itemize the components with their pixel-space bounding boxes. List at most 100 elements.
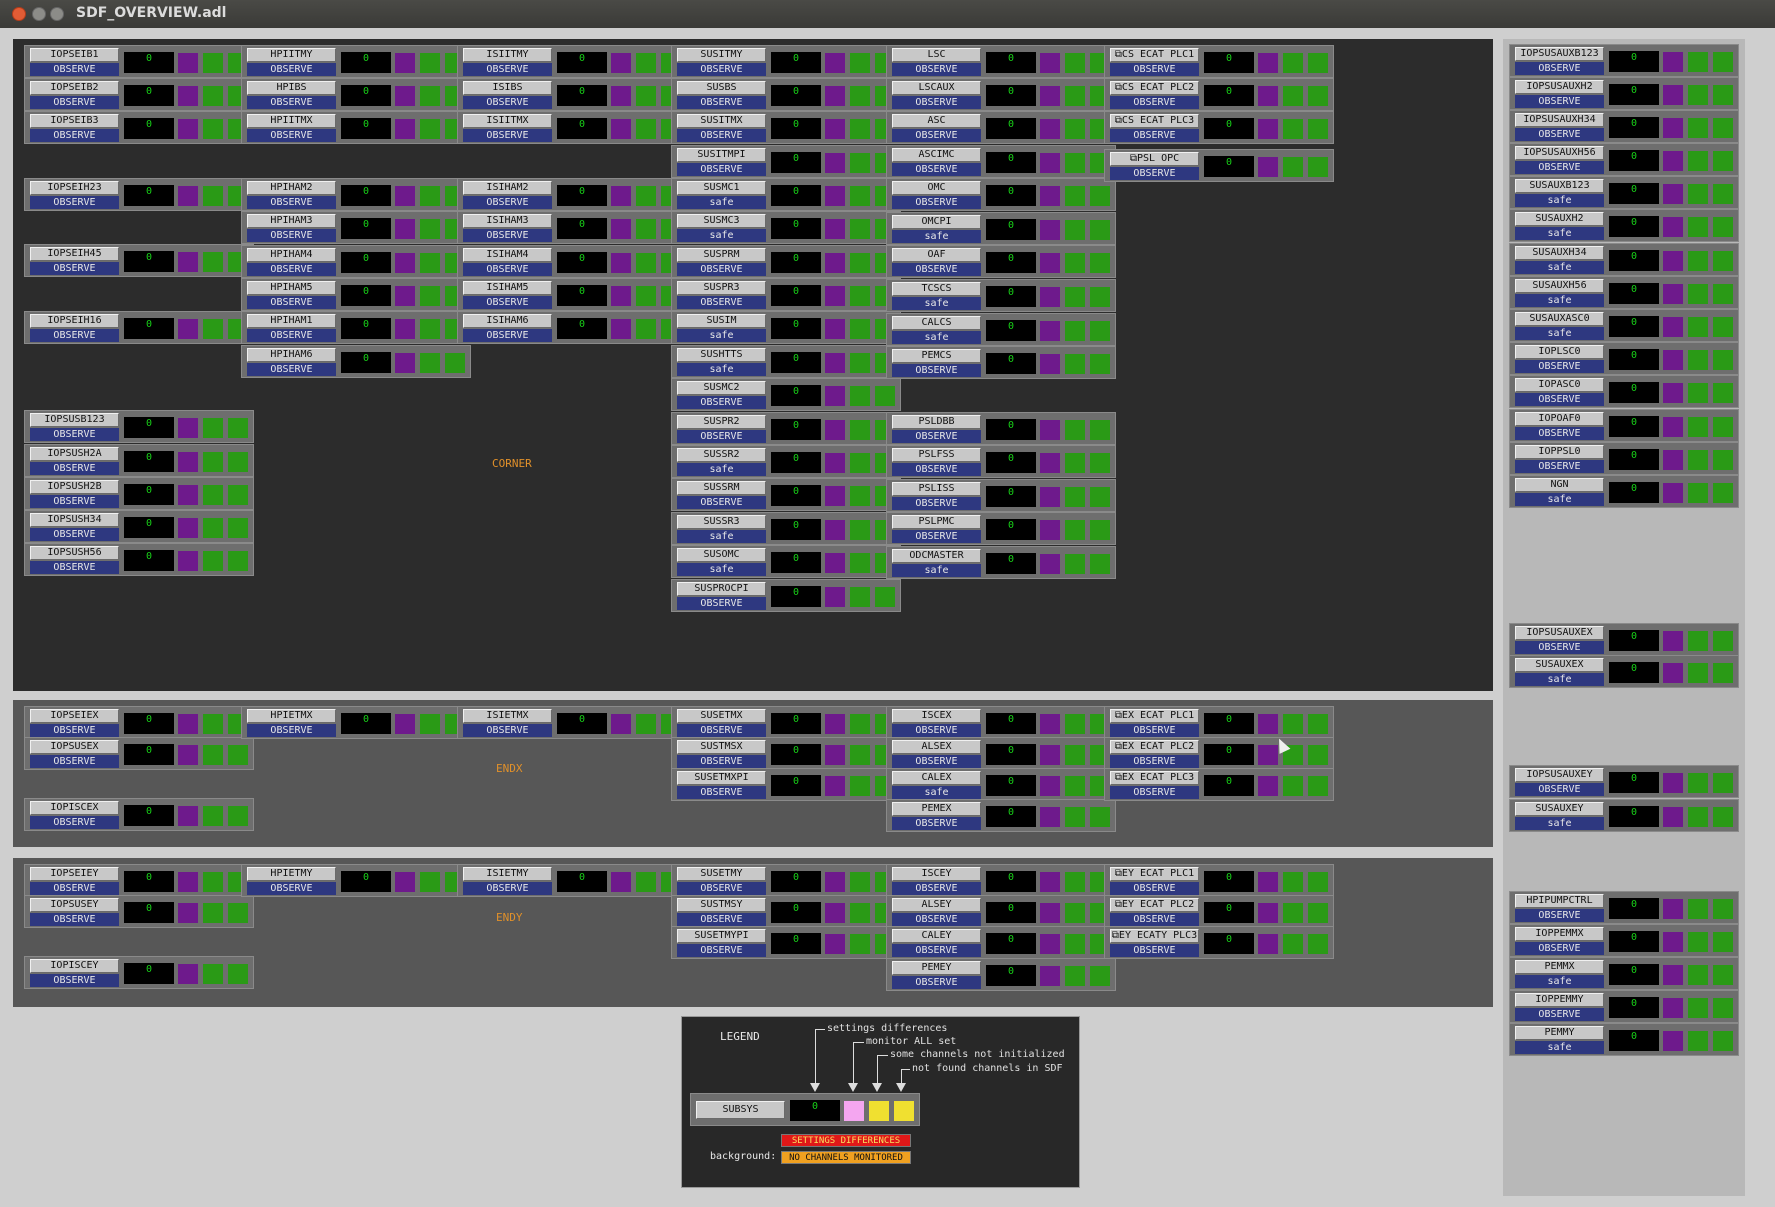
subsystem-name-button[interactable]: SUSAUXASC0	[1515, 312, 1604, 326]
subsystem-name-button[interactable]: IOPSEIH16	[30, 314, 119, 328]
subsystem-name-button[interactable]: IOPSUSAUXH34	[1515, 113, 1604, 127]
subsystem-name-button[interactable]: SUSITMX	[677, 114, 766, 128]
subsystem-name-button[interactable]: NGN	[1515, 478, 1604, 492]
subsystem-name-button[interactable]: IOPPEMMY	[1515, 993, 1604, 1007]
subsystem-name-button[interactable]: SUSAUXH56	[1515, 279, 1604, 293]
subsystem-name-button[interactable]: ISIHAM6	[463, 314, 552, 328]
subsystem-name-button[interactable]: SUSITMPI	[677, 148, 766, 162]
subsystem-name-button[interactable]: ISIHAM4	[463, 248, 552, 262]
subsystem-name-button[interactable]: IOPSUSAUXEX	[1515, 626, 1604, 640]
subsystem-name-button[interactable]: HPIHAM6	[247, 348, 336, 362]
subsystem-name-button[interactable]: PSLPMC	[892, 515, 981, 529]
subsystem-name-button[interactable]: PEMEY	[892, 961, 981, 975]
subsystem-name-button[interactable]: PEMMY	[1515, 1026, 1604, 1040]
subsystem-name-button[interactable]: LSC	[892, 48, 981, 62]
subsystem-name-button[interactable]: IOPSUSH2B	[30, 480, 119, 494]
subsystem-name-button[interactable]: HPIITMX	[247, 114, 336, 128]
subsystem-name-button[interactable]: HPIBS	[247, 81, 336, 95]
subsystem-name-button[interactable]: HPIPUMPCTRL	[1515, 894, 1604, 908]
subsystem-name-button[interactable]: IOPLSC0	[1515, 345, 1604, 359]
subsystem-name-button[interactable]: SUSTMSX	[677, 740, 766, 754]
subsystem-name-button[interactable]: IOPISCEY	[30, 959, 119, 973]
subsystem-name-button[interactable]: SUSAUXEX	[1515, 658, 1604, 672]
subsystem-name-button[interactable]: IOPSUSH56	[30, 546, 119, 560]
subsystem-name-button[interactable]: IOPSUSH2A	[30, 447, 119, 461]
subsystem-name-button[interactable]: ASCIMC	[892, 148, 981, 162]
subsystem-name-button[interactable]: ⧉EX ECAT PLC1	[1110, 709, 1199, 723]
subsystem-name-button[interactable]: PSLISS	[892, 482, 981, 496]
subsystem-name-button[interactable]: HPIITMY	[247, 48, 336, 62]
subsystem-name-button[interactable]: ODCMASTER	[892, 549, 981, 563]
subsystem-name-button[interactable]: IOPSEIEY	[30, 867, 119, 881]
subsystem-name-button[interactable]: ALSEY	[892, 898, 981, 912]
close-window-icon[interactable]	[12, 7, 26, 21]
subsystem-name-button[interactable]: ISCEX	[892, 709, 981, 723]
maximize-window-icon[interactable]	[50, 7, 64, 21]
subsystem-name-button[interactable]: PEMMX	[1515, 960, 1604, 974]
subsystem-name-button[interactable]: SUSAUXEY	[1515, 802, 1604, 816]
subsystem-name-button[interactable]: TCSCS	[892, 282, 981, 296]
subsystem-name-button[interactable]: CALEX	[892, 771, 981, 785]
subsystem-name-button[interactable]: SUSSR3	[677, 515, 766, 529]
subsystem-name-button[interactable]: SUSETMY	[677, 867, 766, 881]
subsystem-name-button[interactable]: ISIHAM3	[463, 214, 552, 228]
subsystem-name-button[interactable]: LSCAUX	[892, 81, 981, 95]
subsystem-name-button[interactable]: IOPSUSAUXEY	[1515, 768, 1604, 782]
subsystem-name-button[interactable]: SUSSR2	[677, 448, 766, 462]
subsystem-name-button[interactable]: HPIETMX	[247, 709, 336, 723]
subsystem-name-button[interactable]: IOPSEIEX	[30, 709, 119, 723]
subsystem-name-button[interactable]: ISIBS	[463, 81, 552, 95]
subsystem-name-button[interactable]: IOPSEIH45	[30, 247, 119, 261]
subsystem-name-button[interactable]: IOPSUSEX	[30, 740, 119, 754]
subsystem-name-button[interactable]: SUSPR2	[677, 415, 766, 429]
subsystem-name-button[interactable]: SUSMC1	[677, 181, 766, 195]
subsystem-name-button[interactable]: IOPSUSAUXH56	[1515, 146, 1604, 160]
subsystem-name-button[interactable]: SUSAUXH34	[1515, 246, 1604, 260]
subsystem-name-button[interactable]: HPIETMY	[247, 867, 336, 881]
subsystem-name-button[interactable]: ⧉PSL OPC	[1110, 152, 1199, 166]
subsystem-name-button[interactable]: IOPSUSB123	[30, 413, 119, 427]
subsystem-name-button[interactable]: IOPSUSAUXH2	[1515, 80, 1604, 94]
subsystem-name-button[interactable]: ⧉EX ECAT PLC3	[1110, 771, 1199, 785]
subsystem-name-button[interactable]: SUSETMXPI	[677, 771, 766, 785]
subsystem-name-button[interactable]: PSLFSS	[892, 448, 981, 462]
subsystem-name-button[interactable]: ALSEX	[892, 740, 981, 754]
subsystem-name-button[interactable]: SUSOMC	[677, 548, 766, 562]
subsystem-name-button[interactable]: IOPSUSH34	[30, 513, 119, 527]
subsystem-name-button[interactable]: SUSPROCPI	[677, 582, 766, 596]
subsystem-name-button[interactable]: ASC	[892, 114, 981, 128]
subsystem-name-button[interactable]: IOPISCEX	[30, 801, 119, 815]
subsystem-name-button[interactable]: PEMEX	[892, 802, 981, 816]
subsystem-name-button[interactable]: ⧉CS ECAT PLC1	[1110, 48, 1199, 62]
subsystem-name-button[interactable]: SUSETMX	[677, 709, 766, 723]
subsystem-name-button[interactable]: HPIHAM2	[247, 181, 336, 195]
subsystem-name-button[interactable]: OMCPI	[892, 215, 981, 229]
minimize-window-icon[interactable]	[32, 7, 46, 21]
subsystem-name-button[interactable]: ⧉EY ECAT PLC1	[1110, 867, 1199, 881]
subsystem-name-button[interactable]: ⧉CS ECAT PLC3	[1110, 114, 1199, 128]
subsystem-name-button[interactable]: SUSIM	[677, 314, 766, 328]
subsystem-name-button[interactable]: PEMCS	[892, 349, 981, 363]
subsystem-name-button[interactable]: IOPPEMMX	[1515, 927, 1604, 941]
subsystem-name-button[interactable]: ISIITMY	[463, 48, 552, 62]
subsystem-name-button[interactable]: HPIHAM3	[247, 214, 336, 228]
subsystem-name-button[interactable]: ⧉EX ECAT PLC2	[1110, 740, 1199, 754]
subsystem-name-button[interactable]: IOPSUSAUXB123	[1515, 47, 1604, 61]
subsystem-name-button[interactable]: IOPASC0	[1515, 378, 1604, 392]
subsystem-name-button[interactable]: SUSTMSY	[677, 898, 766, 912]
subsystem-name-button[interactable]: ⧉CS ECAT PLC2	[1110, 81, 1199, 95]
subsystem-name-button[interactable]: ⧉EY ECAT PLC2	[1110, 898, 1199, 912]
subsystem-name-button[interactable]: SUSITMY	[677, 48, 766, 62]
subsystem-name-button[interactable]: ISIITMX	[463, 114, 552, 128]
subsystem-name-button[interactable]: SUSMC3	[677, 214, 766, 228]
subsystem-name-button[interactable]: OMC	[892, 181, 981, 195]
subsystem-name-button[interactable]: HPIHAM1	[247, 314, 336, 328]
subsystem-name-button[interactable]: SUSETMYPI	[677, 929, 766, 943]
subsystem-name-button[interactable]: IOPPSL0	[1515, 445, 1604, 459]
subsystem-name-button[interactable]: IOPSUSEY	[30, 898, 119, 912]
subsystem-name-button[interactable]: ISIHAM5	[463, 281, 552, 295]
subsystem-name-button[interactable]: ISIHAM2	[463, 181, 552, 195]
subsystem-name-button[interactable]: SUSAUXH2	[1515, 212, 1604, 226]
subsystem-name-button[interactable]: ISIETMX	[463, 709, 552, 723]
subsystem-name-button[interactable]: SUSHTTS	[677, 348, 766, 362]
